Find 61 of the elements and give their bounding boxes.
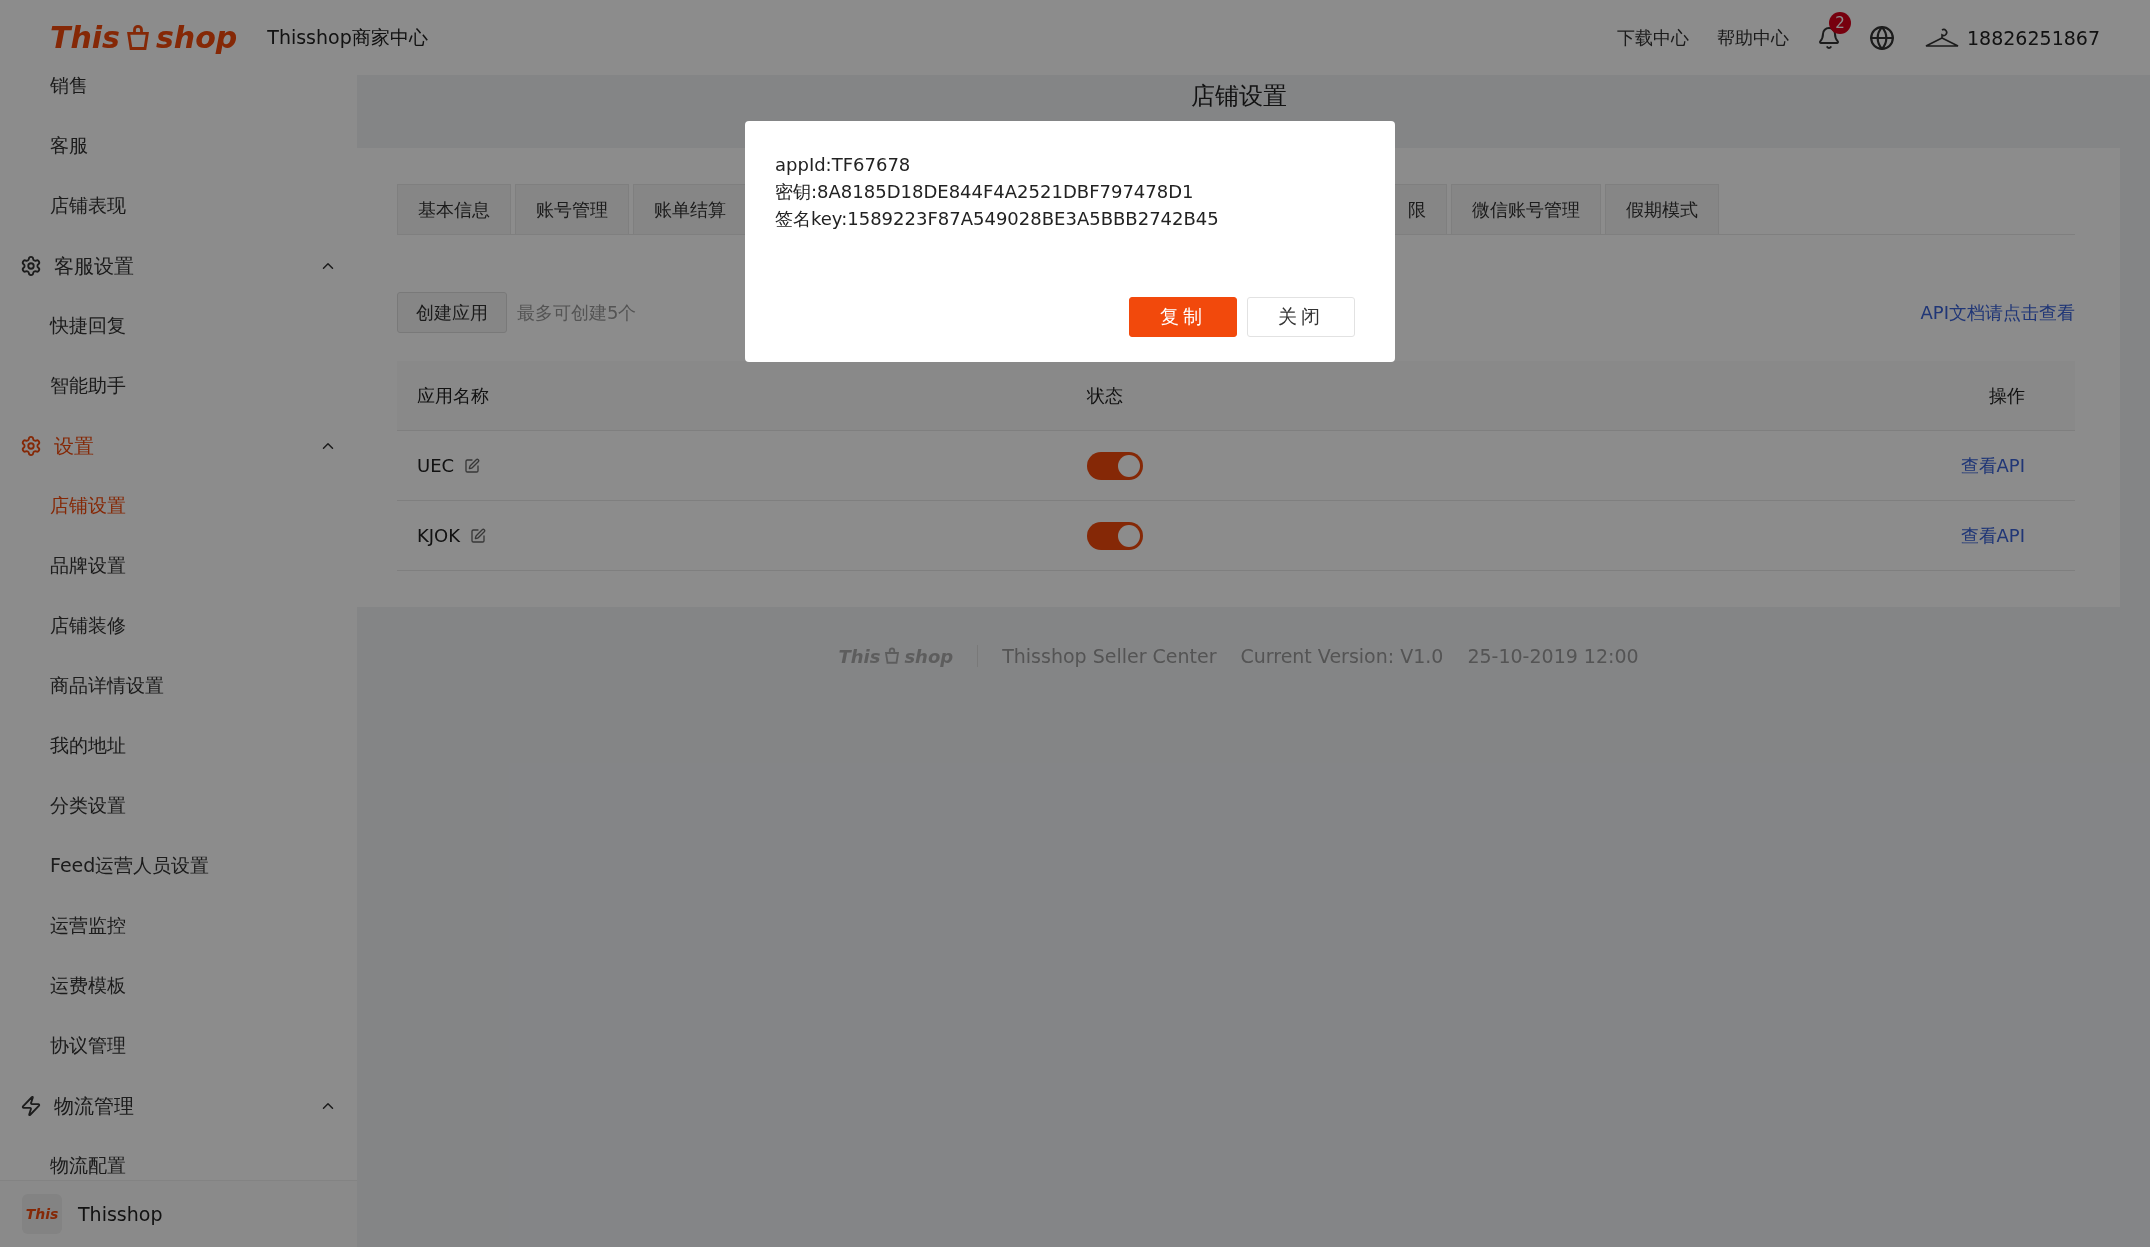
- menu-item[interactable]: 快捷回复: [0, 296, 357, 356]
- credential-line: 密钥:8A8185D18DE844F4A2521DBF797478D1: [775, 180, 1195, 204]
- menu-group[interactable]: 设置: [0, 416, 357, 476]
- tab[interactable]: 账号管理: [515, 184, 629, 234]
- edit-icon[interactable]: [464, 457, 481, 474]
- view-api-link[interactable]: 查看API: [1825, 453, 2025, 478]
- status-toggle[interactable]: [1087, 451, 1143, 480]
- menu-item[interactable]: 商品详情设置: [0, 656, 357, 716]
- column-header: 操作: [1988, 383, 2025, 408]
- globe-icon[interactable]: [1869, 24, 1895, 51]
- menu-item[interactable]: 店铺设置: [0, 476, 357, 536]
- create-app-button[interactable]: 创建应用: [397, 292, 507, 333]
- menu-item[interactable]: 销售: [0, 75, 357, 116]
- tab[interactable]: 账单结算: [633, 184, 747, 234]
- view-api-link[interactable]: 查看API: [1825, 523, 2025, 548]
- menu-item[interactable]: 客服: [0, 116, 357, 176]
- bag-icon: [883, 647, 902, 665]
- account-phone[interactable]: 18826251867: [1967, 26, 2100, 49]
- settings-icon: [20, 255, 42, 277]
- store-name: Thisshop: [78, 1203, 163, 1225]
- menu-item[interactable]: 智能助手: [0, 356, 357, 416]
- menu-item[interactable]: 品牌设置: [0, 536, 357, 596]
- tab[interactable]: 微信账号管理: [1451, 184, 1601, 234]
- app-title: Thisshop商家中心: [267, 24, 428, 50]
- menu-item[interactable]: 店铺表现: [0, 176, 357, 236]
- settings-icon: [20, 435, 42, 457]
- header-link[interactable]: 帮助中心: [1717, 25, 1789, 50]
- menu-item[interactable]: 店铺装修: [0, 596, 357, 656]
- copy-button[interactable]: 复制: [1129, 297, 1237, 337]
- api-doc-link[interactable]: API文档请点击查看: [1920, 300, 2075, 325]
- menu-item[interactable]: 协议管理: [0, 1016, 357, 1076]
- menu-item[interactable]: 运营监控: [0, 896, 357, 956]
- credential-line: 签名key:1589223F87A549028BE3A5BBB2742B45: [775, 207, 1220, 231]
- page-title: 店铺设置: [1189, 81, 1288, 112]
- menu-item[interactable]: 运费模板: [0, 956, 357, 1016]
- tab[interactable]: 假期模式: [1605, 184, 1719, 234]
- menu-group[interactable]: 物流管理: [0, 1076, 357, 1136]
- menu-group-label: 物流管理: [54, 1092, 135, 1120]
- menu-item[interactable]: Feed运营人员设置: [0, 836, 357, 896]
- app-name: UEC: [417, 455, 455, 476]
- notification-badge: 2: [1829, 11, 1851, 34]
- logo-text: This: [50, 20, 120, 55]
- menu-item[interactable]: 我的地址: [0, 716, 357, 776]
- logo-badge: This: [22, 1194, 62, 1234]
- app-name: KJOK: [417, 525, 461, 546]
- menu-item[interactable]: 物流配置: [0, 1136, 357, 1180]
- menu-group-label: 客服设置: [54, 252, 135, 280]
- edit-icon[interactable]: [470, 527, 487, 544]
- header-link[interactable]: 下载中心: [1617, 25, 1689, 50]
- credential-line: appId:TF67678: [775, 153, 912, 177]
- logo-text: shop: [155, 20, 238, 55]
- menu-item[interactable]: 分类设置: [0, 776, 357, 836]
- status-toggle[interactable]: [1087, 521, 1143, 550]
- limit-hint: 最多可创建5个: [517, 300, 637, 325]
- tab[interactable]: 基本信息: [397, 184, 511, 234]
- lightning-icon: [20, 1095, 42, 1117]
- menu-group-label: 设置: [54, 432, 95, 460]
- column-header: 状态: [1087, 383, 1124, 408]
- column-header: 应用名称: [417, 383, 490, 408]
- menu-group[interactable]: 客服设置: [0, 236, 357, 296]
- close-button[interactable]: 关闭: [1247, 297, 1355, 337]
